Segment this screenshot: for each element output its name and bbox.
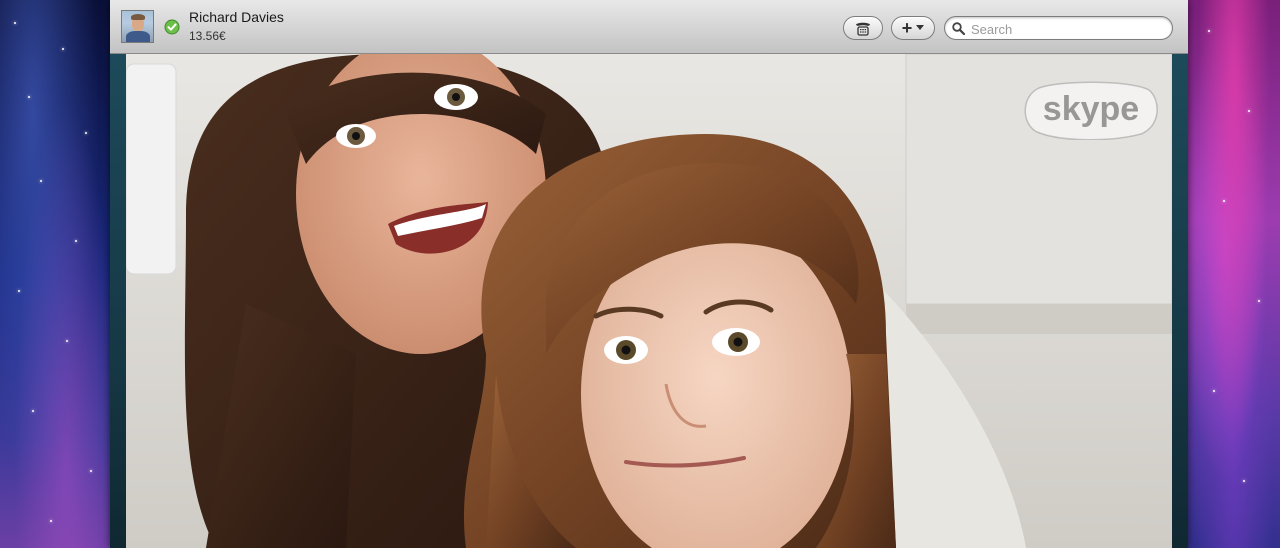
wallpaper-left [0, 0, 110, 548]
star [14, 22, 16, 24]
star [1208, 30, 1210, 32]
star [75, 240, 77, 242]
skype-credit-balance[interactable]: 13.56€ [189, 29, 226, 43]
online-status-icon[interactable] [164, 19, 180, 35]
search-icon [952, 22, 965, 35]
skype-window: Richard Davies 13.56€ + Search skype [110, 0, 1188, 548]
contact-name: Richard Davies [189, 9, 284, 25]
avatar-hair [131, 14, 145, 20]
add-label: + [901, 18, 913, 38]
star [32, 410, 34, 412]
wallpaper-right [1188, 0, 1280, 548]
star [66, 340, 68, 342]
skype-logo-text: skype [1043, 90, 1139, 128]
remote-video-feed[interactable]: skype [126, 54, 1172, 548]
star [90, 470, 92, 472]
desktop-background: Richard Davies 13.56€ + Search skype [0, 0, 1280, 548]
search-field[interactable] [944, 16, 1173, 40]
star [28, 96, 30, 98]
star [1243, 480, 1245, 482]
star [40, 180, 42, 182]
star [1258, 300, 1260, 302]
star [18, 290, 20, 292]
star [62, 48, 64, 50]
search-input[interactable] [969, 19, 1168, 39]
video-call-area: skype [110, 54, 1188, 548]
star [50, 520, 52, 522]
add-menu-button[interactable]: + [891, 16, 935, 40]
star [1223, 200, 1225, 202]
dialpad-button[interactable] [843, 16, 883, 40]
skype-logo: skype [1024, 81, 1158, 140]
video-image [126, 54, 1172, 548]
star [1248, 110, 1250, 112]
call-toolbar: Richard Davies 13.56€ + [110, 0, 1188, 54]
dialpad-icon [856, 22, 870, 36]
contact-avatar[interactable] [121, 10, 154, 43]
star [1213, 390, 1215, 392]
chevron-down-icon [916, 25, 925, 30]
star [85, 132, 87, 134]
avatar-shirt [126, 31, 150, 42]
